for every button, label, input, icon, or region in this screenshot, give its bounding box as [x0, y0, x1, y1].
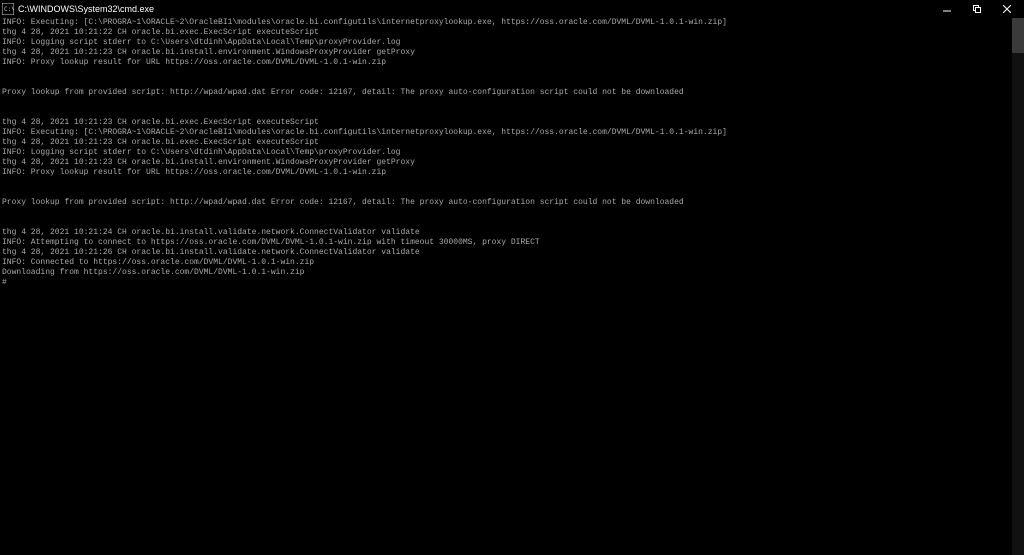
- terminal-line: INFO: Executing: [C:\PROGRA~1\ORACLE~2\O…: [2, 128, 1022, 138]
- terminal-line: Downloading from https://oss.oracle.com/…: [2, 268, 1022, 278]
- terminal-line: [2, 108, 1022, 118]
- terminal-line: INFO: Executing: [C:\PROGRA~1\ORACLE~2\O…: [2, 18, 1022, 28]
- terminal-line: thg 4 28, 2021 10:21:22 CH oracle.bi.exe…: [2, 28, 1022, 38]
- terminal-line: thg 4 28, 2021 10:21:24 CH oracle.bi.ins…: [2, 228, 1022, 238]
- terminal-line: #: [2, 278, 1022, 288]
- svg-text:C:\: C:\: [4, 6, 14, 13]
- titlebar: C:\ C:\WINDOWS\System32\cmd.exe: [0, 0, 1024, 18]
- terminal-line: [2, 178, 1022, 188]
- terminal-line: thg 4 28, 2021 10:21:23 CH oracle.bi.ins…: [2, 48, 1022, 58]
- terminal-line: Proxy lookup from provided script: http:…: [2, 198, 1022, 208]
- terminal-line: INFO: Logging script stderr to C:\Users\…: [2, 38, 1022, 48]
- cmd-icon: C:\: [2, 3, 14, 15]
- terminal-line: thg 4 28, 2021 10:21:23 CH oracle.bi.exe…: [2, 118, 1022, 128]
- terminal-line: [2, 98, 1022, 108]
- terminal-line: thg 4 28, 2021 10:21:23 CH oracle.bi.ins…: [2, 158, 1022, 168]
- minimize-button[interactable]: [932, 0, 962, 18]
- maximize-button[interactable]: [962, 0, 992, 18]
- terminal-line: INFO: Logging script stderr to C:\Users\…: [2, 148, 1022, 158]
- terminal-line: INFO: Connected to https://oss.oracle.co…: [2, 258, 1022, 268]
- window-controls: [932, 0, 1022, 18]
- vertical-scrollbar[interactable]: [1012, 18, 1024, 555]
- terminal-line: [2, 68, 1022, 78]
- terminal-line: Proxy lookup from provided script: http:…: [2, 88, 1022, 98]
- terminal-line: thg 4 28, 2021 10:21:23 CH oracle.bi.exe…: [2, 138, 1022, 148]
- terminal-line: [2, 218, 1022, 228]
- terminal-line: thg 4 28, 2021 10:21:26 CH oracle.bi.ins…: [2, 248, 1022, 258]
- terminal-line: [2, 78, 1022, 88]
- close-button[interactable]: [992, 0, 1022, 18]
- terminal-line: [2, 188, 1022, 198]
- scrollbar-thumb[interactable]: [1012, 18, 1024, 53]
- terminal-line: INFO: Attempting to connect to https://o…: [2, 238, 1022, 248]
- terminal-line: INFO: Proxy lookup result for URL https:…: [2, 168, 1022, 178]
- window-title: C:\WINDOWS\System32\cmd.exe: [18, 4, 154, 14]
- terminal-output: INFO: Executing: [C:\PROGRA~1\ORACLE~2\O…: [0, 18, 1024, 555]
- terminal-line: [2, 208, 1022, 218]
- terminal-line: INFO: Proxy lookup result for URL https:…: [2, 58, 1022, 68]
